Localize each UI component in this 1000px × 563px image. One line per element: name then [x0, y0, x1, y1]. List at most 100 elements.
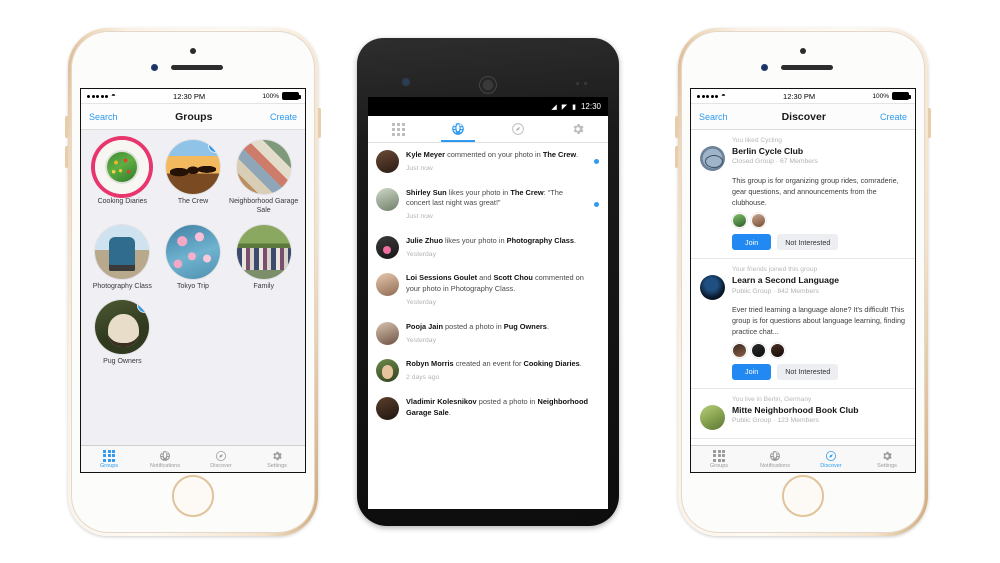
gear-icon [883, 451, 892, 460]
avatar[interactable] [376, 150, 399, 173]
tab-notifications[interactable]: Notifications [747, 450, 803, 469]
home-button[interactable] [782, 475, 824, 517]
tab-settings[interactable]: Settings [859, 450, 915, 469]
member-avatar[interactable] [770, 342, 785, 358]
actor-name[interactable]: Julie Zhuo [406, 236, 443, 245]
tab-notifications[interactable]: Notifications [137, 450, 193, 469]
member-avatar[interactable] [751, 213, 766, 229]
group-tile[interactable]: Photography Class [87, 224, 158, 292]
notification-row[interactable]: Pooja Jain posted a photo in Pug Owners.… [368, 315, 608, 353]
notification-timestamp: Yesterday [406, 250, 436, 258]
create-button[interactable]: Create [270, 112, 297, 122]
notification-action: likes your photo in [446, 187, 511, 197]
notification-target[interactable]: Photography Class [507, 236, 574, 245]
battery-icon [281, 92, 301, 100]
tab-groups[interactable]: Groups [81, 449, 137, 469]
actor-name[interactable]: Loi Sessions Goulet [406, 273, 477, 282]
avatar[interactable] [376, 396, 399, 420]
tab-discover[interactable]: Discover [193, 450, 249, 469]
actor-name[interactable]: Vladimir Kolesnikov [406, 397, 477, 406]
avatar[interactable] [376, 235, 399, 259]
volume-up-button[interactable] [675, 116, 678, 138]
tab-gear[interactable] [548, 116, 608, 142]
group-tile[interactable]: 1 The Crew [158, 140, 229, 216]
notification-target[interactable]: Pug Owners [504, 322, 547, 331]
notification-row[interactable]: Shirley Sun likes your photo in The Crew… [368, 181, 608, 229]
member-avatar[interactable] [751, 342, 766, 358]
group-avatar[interactable]: 1 [165, 140, 220, 194]
notification-target[interactable]: Cooking Diaries [523, 359, 579, 368]
actor-name[interactable]: Robyn Morris [406, 359, 454, 368]
tab-compass[interactable] [488, 116, 548, 142]
member-avatar[interactable] [732, 342, 747, 358]
tab-label: Discover [210, 462, 232, 469]
group-tile[interactable]: Cooking Diaries [87, 140, 158, 216]
actor-name[interactable]: Kyle Meyer [406, 150, 445, 159]
avatar[interactable] [376, 273, 399, 297]
member-avatar[interactable] [732, 213, 747, 229]
power-button[interactable] [928, 108, 931, 138]
notification-target[interactable]: Scott Chou [494, 273, 533, 282]
create-button[interactable]: Create [880, 112, 907, 122]
discover-card[interactable]: Your friends joined this group Learn a Se… [691, 259, 915, 389]
discover-card[interactable]: You live in Berlin, Germany Mitte Neighbo… [691, 389, 915, 439]
notification-row[interactable]: Julie Zhuo likes your photo in Photograp… [368, 229, 608, 267]
avatar[interactable] [376, 321, 399, 345]
volume-down-button[interactable] [65, 146, 68, 168]
volume-down-button[interactable] [675, 146, 678, 168]
group-meta: Public Group · 123 Members [732, 417, 819, 425]
notification-target[interactable]: The Crew [543, 150, 576, 159]
home-button[interactable] [172, 475, 214, 517]
front-camera-icon [190, 48, 196, 54]
front-camera-icon [800, 48, 806, 54]
screen-discover: ◓ 12:30 PM 100% Search Discover Create Y… [690, 88, 916, 473]
tab-groups[interactable]: Groups [691, 449, 747, 469]
group-avatar[interactable] [236, 224, 291, 279]
search-button[interactable]: Search [89, 112, 118, 122]
tab-grid[interactable] [368, 116, 428, 142]
sensor-dots-icon [576, 82, 587, 85]
group-avatar[interactable] [95, 140, 150, 194]
avatar[interactable] [376, 359, 399, 383]
group-name[interactable]: Learn a Second Language [732, 275, 839, 285]
not-interested-button[interactable]: Not Interested [777, 363, 839, 380]
actor-name[interactable]: Shirley Sun [406, 188, 447, 197]
group-tile[interactable]: Tokyo Trip [158, 224, 229, 292]
join-button[interactable]: Join [732, 363, 772, 380]
group-avatar[interactable]: 3 [95, 300, 150, 355]
discover-card[interactable]: You liked Cycling Berlin Cycle Club Closed… [691, 130, 915, 260]
notification-target[interactable]: The Crew [510, 188, 543, 197]
actor-name[interactable]: Pooja Jain [406, 322, 443, 331]
group-avatar[interactable] [700, 404, 725, 430]
join-button[interactable]: Join [732, 234, 772, 251]
group-avatar[interactable] [95, 224, 150, 279]
notification-row[interactable]: Loi Sessions Goulet and Scott Chou comme… [368, 266, 608, 314]
group-avatar[interactable] [700, 275, 725, 301]
globe-icon [452, 123, 464, 135]
notification-row[interactable]: Kyle Meyer commented on your photo in Th… [368, 143, 608, 181]
not-interested-button[interactable]: Not Interested [777, 234, 839, 251]
group-avatar[interactable] [165, 224, 220, 279]
tab-globe[interactable] [428, 116, 488, 142]
group-name[interactable]: Mitte Neighborhood Book Club [732, 405, 859, 415]
unread-dot [594, 159, 599, 165]
notification-row[interactable]: Robyn Morris created an event for Cookin… [368, 352, 608, 390]
group-description: This group is for organizing group rides… [732, 176, 899, 207]
avatar[interactable] [376, 187, 399, 211]
group-name: Cooking Diaries [97, 198, 148, 205]
group-avatar[interactable] [700, 146, 725, 171]
group-tile[interactable]: Neighborhood Garage Sale [228, 140, 299, 216]
notification-row[interactable]: Vladimir Kolesnikov posted a photo in Ne… [368, 390, 608, 427]
power-button[interactable] [318, 108, 321, 138]
group-name[interactable]: Berlin Cycle Club [732, 146, 818, 156]
group-tile[interactable]: 3 Pug Owners [87, 300, 158, 367]
notification-list: Kyle Meyer commented on your photo in Th… [368, 143, 608, 509]
search-button[interactable]: Search [699, 112, 728, 122]
card-context: You live in Berlin, Germany [732, 395, 812, 403]
unread-dot [594, 202, 599, 208]
tab-discover[interactable]: Discover [803, 450, 859, 469]
volume-up-button[interactable] [65, 116, 68, 138]
group-tile[interactable]: Family [228, 224, 299, 292]
tab-settings[interactable]: Settings [249, 450, 305, 469]
group-avatar[interactable] [236, 140, 291, 194]
